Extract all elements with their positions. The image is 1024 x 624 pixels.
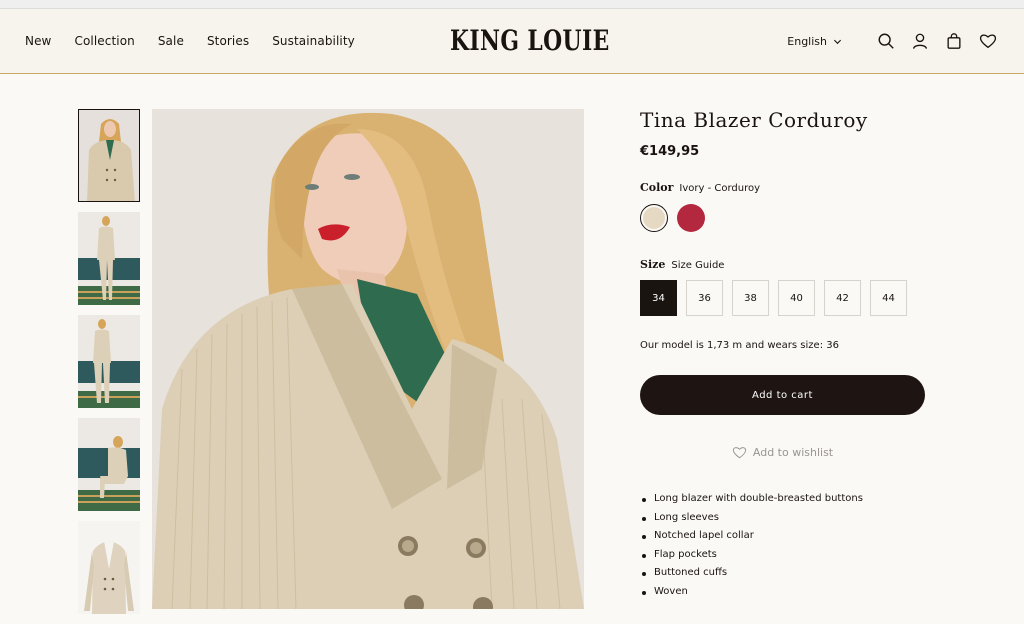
product-info: Tina Blazer Corduroy €149,95 Color Ivory… [640,105,940,601]
heart-icon[interactable] [978,31,998,51]
size-option-42[interactable]: 42 [824,280,861,316]
color-swatches [640,204,940,232]
size-options: 34 36 38 40 42 44 [640,280,940,316]
color-value: Ivory - Corduroy [679,183,761,194]
browser-strip [0,0,1024,9]
account-icon[interactable] [910,31,930,51]
size-option-34[interactable]: 34 [640,280,677,316]
brand-logo[interactable]: KING LOUIE [450,24,610,57]
feature-list: Long blazer with double-breasted buttons… [640,490,940,601]
product-price: €149,95 [640,144,700,159]
chevron-down-icon [833,39,842,44]
bag-icon[interactable] [944,31,964,51]
color-label: Color [640,181,674,194]
thumbnail-list [78,109,140,624]
language-selector[interactable]: English [787,35,842,48]
size-guide-link[interactable]: Size Guide [671,260,724,271]
size-option-38[interactable]: 38 [732,280,769,316]
thumbnail-2[interactable] [78,212,140,305]
header-actions: English [787,9,998,73]
nav-collection[interactable]: Collection [74,34,134,48]
model-note: Our model is 1,73 m and wears size: 36 [640,340,839,351]
nav-stories[interactable]: Stories [207,34,249,48]
size-label: Size [640,258,666,271]
swatch-ivory[interactable] [640,204,668,232]
wishlist-label: Add to wishlist [752,446,834,459]
main-product-image[interactable] [152,109,584,609]
feature-item: Woven [640,583,940,602]
nav-sale[interactable]: Sale [158,34,184,48]
heart-outline-icon [732,447,747,459]
swatch-red[interactable] [677,204,705,232]
size-option-36[interactable]: 36 [686,280,723,316]
feature-item: Long sleeves [640,509,940,528]
language-label: English [787,34,827,48]
search-icon[interactable] [876,31,896,51]
product-title: Tina Blazer Corduroy [640,108,868,132]
add-to-cart-button[interactable]: Add to cart [640,375,925,415]
size-option-44[interactable]: 44 [870,280,907,316]
feature-item: Buttoned cuffs [640,564,940,583]
nav-sustainability[interactable]: Sustainability [272,34,355,48]
thumbnail-4[interactable] [78,418,140,511]
feature-item: Notched lapel collar [640,527,940,546]
nav-new[interactable]: New [25,34,51,48]
feature-item: Long blazer with double-breasted buttons [640,490,940,509]
size-section: Size Size Guide 34 36 38 40 42 44 [640,258,940,316]
main-nav: New Collection Sale Stories Sustainabili… [25,9,378,73]
color-section: Color Ivory - Corduroy [640,181,940,232]
add-to-wishlist-button[interactable]: Add to wishlist [640,445,925,460]
size-option-40[interactable]: 40 [778,280,815,316]
site-header: New Collection Sale Stories Sustainabili… [0,9,1024,74]
feature-item: Flap pockets [640,546,940,565]
thumbnail-3[interactable] [78,315,140,408]
thumbnail-1[interactable] [78,109,140,202]
thumbnail-5[interactable] [78,521,140,614]
